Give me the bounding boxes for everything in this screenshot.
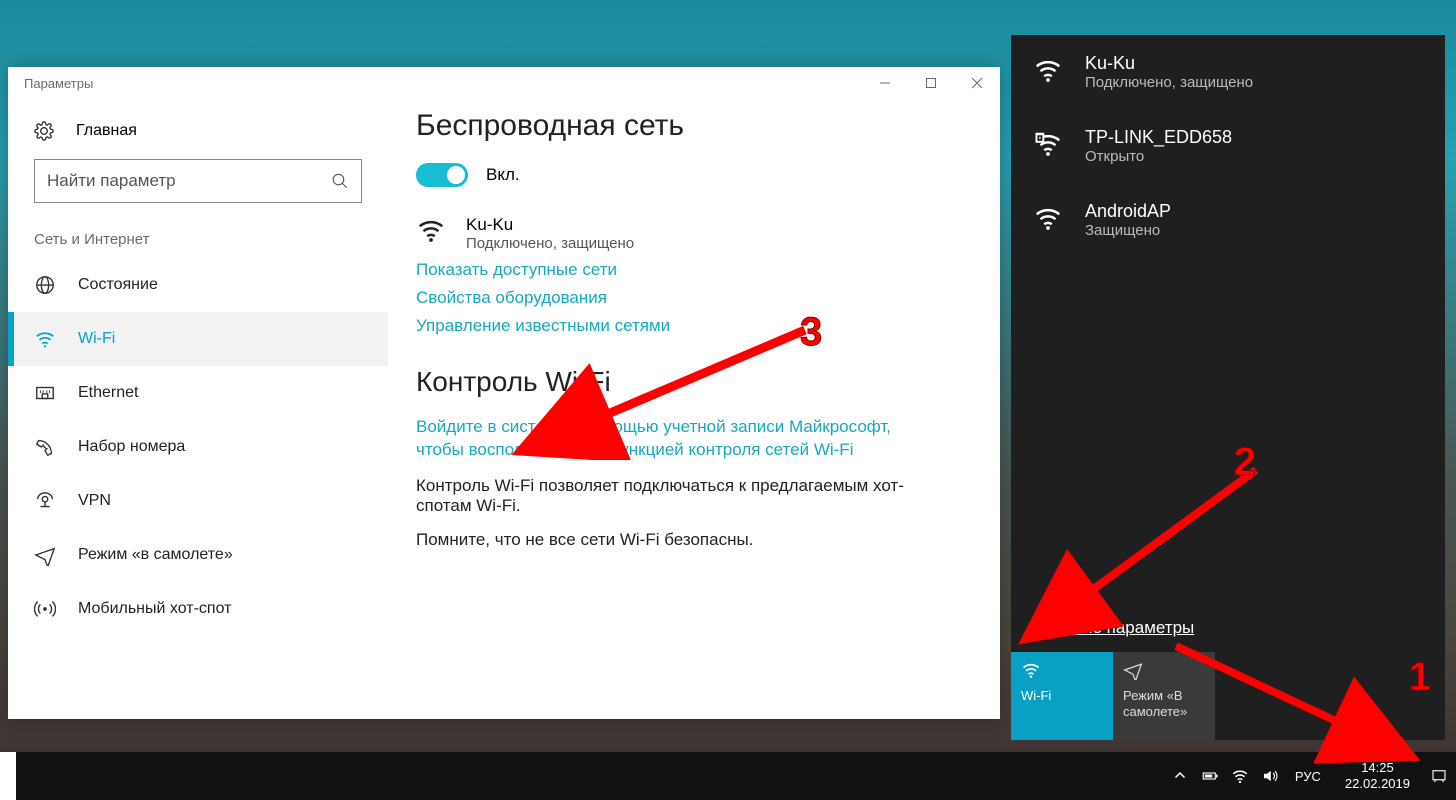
tile-label: Wi-Fi	[1021, 688, 1103, 704]
connected-network[interactable]: Ku-Ku Подключено, защищено	[416, 215, 972, 252]
link-show-networks[interactable]: Показать доступные сети	[416, 260, 972, 280]
category-label: Сеть и Интернет	[8, 221, 388, 258]
network-status: Подключено, защищено	[466, 235, 634, 252]
flyout-network-item[interactable]: Ku-Ku Подключено, защищено	[1011, 35, 1445, 109]
tray-chevron-icon[interactable]	[1171, 767, 1189, 785]
wifi-toggle[interactable]	[416, 163, 468, 187]
minimize-button[interactable]	[862, 67, 908, 99]
annotation-marker-2: 2	[1234, 440, 1256, 485]
network-settings-link[interactable]: Сетевые параметры	[1011, 608, 1445, 648]
nav-hotspot[interactable]: Мобильный хот-спот	[8, 582, 388, 636]
quick-tile-airplane[interactable]: Режим «В самолете»	[1113, 652, 1215, 740]
link-hardware-props[interactable]: Свойства оборудования	[416, 288, 972, 308]
minimize-icon	[879, 77, 891, 89]
language-indicator[interactable]: РУС	[1295, 769, 1321, 784]
network-name: Ku-Ku	[466, 215, 634, 235]
action-center-icon[interactable]	[1430, 767, 1448, 785]
wifi-icon	[1033, 203, 1063, 233]
close-icon	[971, 77, 983, 89]
wifi-control-plain-1: Контроль Wi-Fi позволяет подключаться к …	[416, 476, 916, 516]
gear-icon	[34, 121, 54, 141]
home-label: Главная	[76, 122, 137, 140]
clock[interactable]: 14:25 22.02.2019	[1345, 760, 1410, 791]
battery-icon[interactable]	[1201, 767, 1219, 785]
network-name: AndroidAP	[1085, 201, 1171, 222]
wifi-control-title: Контроль Wi-Fi	[416, 366, 972, 398]
airplane-icon	[1123, 660, 1143, 680]
nav-label: Набор номера	[78, 438, 185, 456]
nav-label: Ethernet	[78, 384, 138, 402]
annotation-marker-1: 1	[1409, 655, 1431, 700]
wifi-icon	[1033, 55, 1063, 85]
maximize-button[interactable]	[908, 67, 954, 99]
network-status: Открыто	[1085, 148, 1232, 165]
time: 14:25	[1345, 760, 1410, 776]
network-name: Ku-Ku	[1085, 53, 1253, 74]
network-flyout: Ku-Ku Подключено, защищено TP-LINK_EDD65…	[1011, 35, 1445, 740]
ethernet-icon	[34, 382, 56, 404]
network-status: Защищено	[1085, 222, 1171, 239]
network-name: TP-LINK_EDD658	[1085, 127, 1232, 148]
date: 22.02.2019	[1345, 776, 1410, 792]
maximize-icon	[925, 77, 937, 89]
nav-label: VPN	[78, 492, 111, 510]
quick-tile-wifi[interactable]: Wi-Fi	[1011, 652, 1113, 740]
nav-ethernet[interactable]: Ethernet	[8, 366, 388, 420]
search-icon	[331, 172, 349, 190]
link-signin-ms[interactable]: Войдите в систему с помощью учетной запи…	[416, 416, 936, 462]
dialup-icon	[34, 436, 56, 458]
taskbar: РУС 14:25 22.02.2019	[0, 752, 1456, 800]
nav-wifi[interactable]: Wi-Fi	[8, 312, 388, 366]
nav-vpn[interactable]: VPN	[8, 474, 388, 528]
vpn-icon	[34, 490, 56, 512]
search-input[interactable]: Найти параметр	[34, 159, 362, 203]
window-title: Параметры	[24, 76, 93, 91]
search-placeholder: Найти параметр	[47, 171, 331, 191]
nav-airplane[interactable]: Режим «в самолете»	[8, 528, 388, 582]
flyout-network-item[interactable]: AndroidAP Защищено	[1011, 183, 1445, 257]
wifi-icon	[34, 328, 56, 350]
nav-dialup[interactable]: Набор номера	[8, 420, 388, 474]
airplane-icon	[34, 544, 56, 566]
taskbar-left-highlight	[0, 752, 16, 800]
wifi-control-plain-2: Помните, что не все сети Wi-Fi безопасны…	[416, 530, 916, 550]
network-status: Подключено, защищено	[1085, 74, 1253, 91]
settings-window: Параметры Главная Найти параметр Сеть и …	[8, 67, 1000, 719]
wifi-icon	[416, 215, 446, 245]
nav-status[interactable]: Состояние	[8, 258, 388, 312]
speaker-icon[interactable]	[1261, 767, 1279, 785]
flyout-network-item[interactable]: TP-LINK_EDD658 Открыто	[1011, 109, 1445, 183]
main-pane: Беспроводная сеть Вкл. Ku-Ku Подключено,…	[388, 99, 1000, 719]
annotation-marker-3: 3	[800, 310, 822, 355]
sidebar: Главная Найти параметр Сеть и Интернет С…	[8, 99, 388, 719]
titlebar: Параметры	[8, 67, 1000, 99]
link-known-networks[interactable]: Управление известными сетями	[416, 316, 972, 336]
wifi-icon	[1021, 660, 1041, 680]
nav-label: Мобильный хот-спот	[78, 600, 231, 618]
globe-icon	[34, 274, 56, 296]
nav-label: Состояние	[78, 276, 158, 294]
page-title: Беспроводная сеть	[416, 109, 972, 143]
wifi-open-icon	[1033, 129, 1063, 159]
system-tray: РУС 14:25 22.02.2019	[1171, 760, 1448, 791]
close-button[interactable]	[954, 67, 1000, 99]
home-button[interactable]: Главная	[8, 109, 388, 153]
tile-label: Режим «В самолете»	[1123, 688, 1205, 719]
wifi-icon[interactable]	[1231, 767, 1249, 785]
hotspot-icon	[34, 598, 56, 620]
nav-label: Режим «в самолете»	[78, 546, 233, 564]
toggle-label: Вкл.	[486, 165, 520, 185]
nav-label: Wi-Fi	[78, 330, 115, 348]
